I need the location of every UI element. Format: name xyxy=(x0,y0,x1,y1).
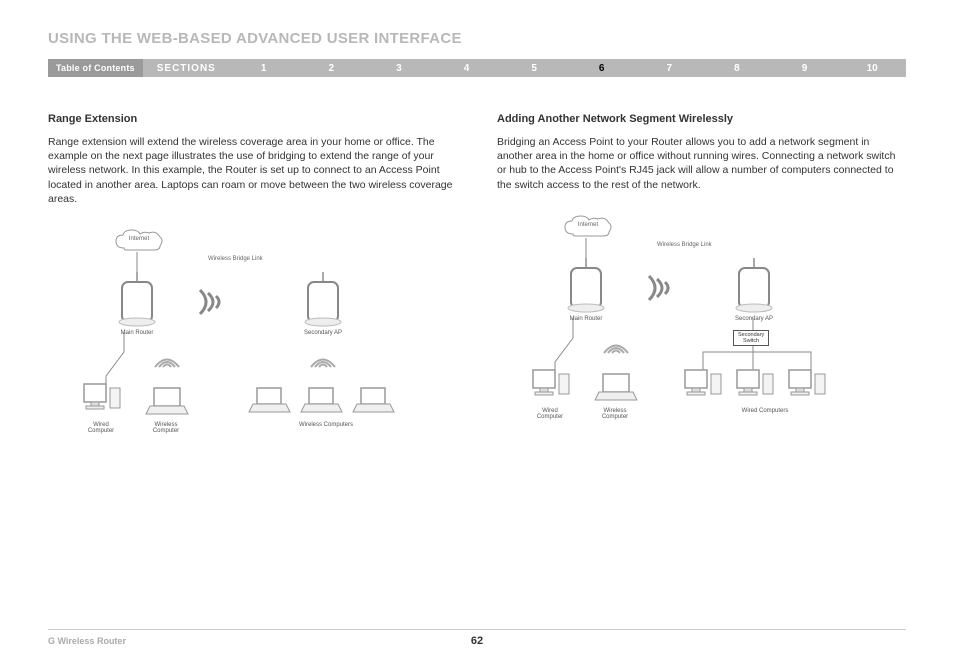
laptop-icon xyxy=(593,372,639,409)
right-heading: Adding Another Network Segment Wirelessl… xyxy=(497,113,906,125)
secondary-ap-label: Secondary AP xyxy=(290,330,356,336)
desktop-icon xyxy=(735,368,775,411)
secondary-switch-label: Secondary Switch xyxy=(733,330,769,346)
nav-item-2[interactable]: 2 xyxy=(297,63,365,74)
wifi-icon xyxy=(308,350,338,370)
nav-item-4[interactable]: 4 xyxy=(433,63,501,74)
desktop-icon xyxy=(787,368,827,411)
nav-item-3[interactable]: 3 xyxy=(365,63,433,74)
wired-computers-label: Wired Computers xyxy=(715,408,815,414)
secondary-ap-icon xyxy=(300,272,346,328)
nav-item-5[interactable]: 5 xyxy=(500,63,568,74)
page-title: USING THE WEB-BASED ADVANCED USER INTERF… xyxy=(48,30,906,47)
left-column: Range Extension Range extension will ext… xyxy=(48,113,457,484)
laptop-icon xyxy=(248,386,292,421)
wireless-computer-label: Wireless Computer xyxy=(593,408,637,420)
nav-item-1[interactable]: 1 xyxy=(230,63,298,74)
secondary-ap-icon xyxy=(731,258,777,314)
nav-item-8[interactable]: 8 xyxy=(703,63,771,74)
main-router-icon xyxy=(563,258,609,314)
link-line xyxy=(752,318,754,330)
link-line xyxy=(102,332,126,388)
desktop-icon xyxy=(531,368,571,411)
internet-label: Internet xyxy=(114,236,164,242)
link-line xyxy=(136,252,138,274)
section-nav: Table of Contents SECTIONS 1 2 3 4 5 6 7… xyxy=(48,59,906,77)
laptop-icon xyxy=(144,386,190,423)
laptop-icon xyxy=(300,386,344,421)
link-line xyxy=(551,318,575,374)
laptop-icon xyxy=(352,386,396,421)
bridge-icon xyxy=(645,272,673,304)
bridge-icon xyxy=(196,286,224,318)
nav-item-10[interactable]: 10 xyxy=(838,63,906,74)
nav-toc[interactable]: Table of Contents xyxy=(48,59,143,77)
right-column: Adding Another Network Segment Wirelessl… xyxy=(497,113,906,484)
main-router-icon xyxy=(114,272,160,328)
link-line xyxy=(585,238,587,260)
page-footer: G Wireless Router 62 xyxy=(48,629,906,646)
bridge-label: Wireless Bridge Link xyxy=(657,242,712,248)
left-heading: Range Extension xyxy=(48,113,457,125)
wireless-computers-label: Wireless Computers xyxy=(276,422,376,428)
wired-computer-label: Wired Computer xyxy=(531,408,569,420)
nav-item-6[interactable]: 6 xyxy=(568,63,636,74)
desktop-icon xyxy=(82,382,122,425)
wireless-computer-label: Wireless Computer xyxy=(144,422,188,434)
internet-label: Internet xyxy=(563,222,613,228)
left-diagram: Internet Main Router xyxy=(48,224,457,484)
nav-sections-label: SECTIONS xyxy=(143,59,230,77)
nav-item-9[interactable]: 9 xyxy=(771,63,839,74)
nav-item-7[interactable]: 7 xyxy=(636,63,704,74)
left-body: Range extension will extend the wireless… xyxy=(48,135,457,206)
page-number: 62 xyxy=(48,635,906,647)
desktop-icon xyxy=(683,368,723,411)
secondary-ap-label: Secondary AP xyxy=(721,316,787,322)
wifi-icon xyxy=(601,336,631,356)
right-diagram: Internet Main Router xyxy=(497,210,906,470)
right-body: Bridging an Access Point to your Router … xyxy=(497,135,906,192)
wifi-icon xyxy=(152,350,182,370)
wired-computer-label: Wired Computer xyxy=(82,422,120,434)
bridge-label: Wireless Bridge Link xyxy=(208,256,263,262)
